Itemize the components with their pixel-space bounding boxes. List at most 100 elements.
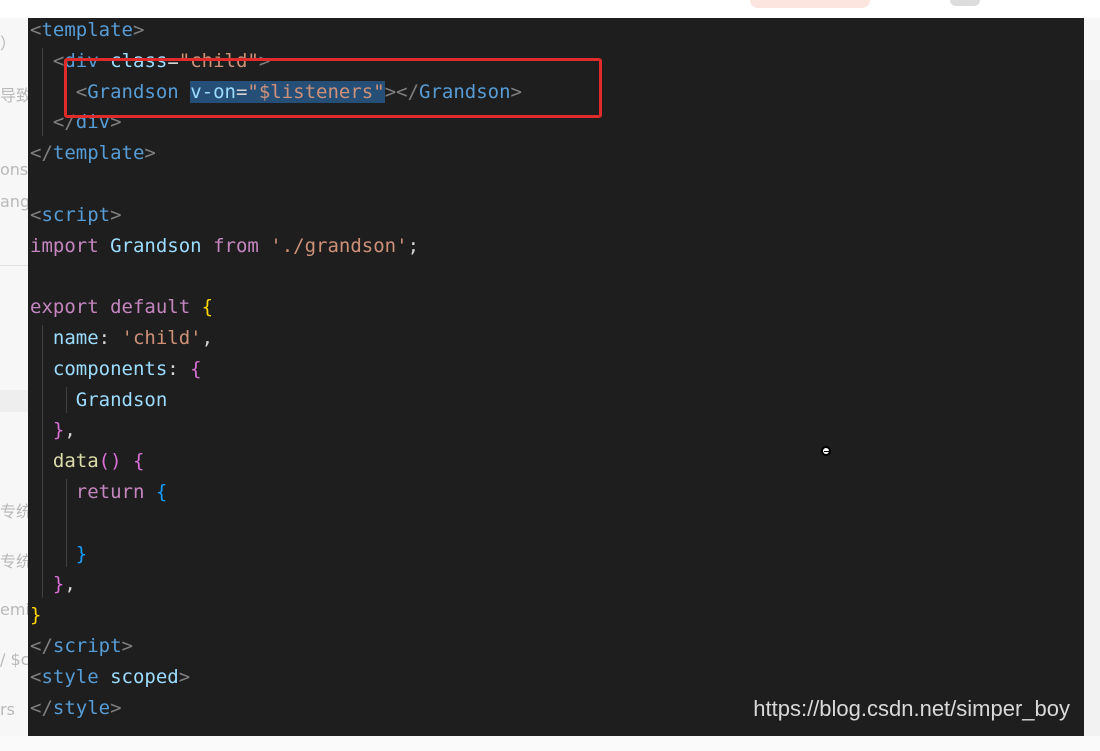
page-bottom-strip xyxy=(0,736,1100,751)
code-token: } xyxy=(52,419,65,442)
code-token: template xyxy=(41,19,133,41)
code-token: components xyxy=(52,357,168,380)
code-token: return xyxy=(75,481,145,503)
header-decoration xyxy=(950,0,980,6)
code-line: data() { xyxy=(30,446,145,476)
code-line: </script> xyxy=(30,631,133,661)
code-editor[interactable]: <template> <div class="child"> <Grandson… xyxy=(28,18,1084,736)
code-token: { xyxy=(201,296,214,319)
code-token: > xyxy=(178,665,191,688)
code-token: > xyxy=(121,635,133,657)
code-token: './grandson' xyxy=(270,234,408,257)
code-token: style xyxy=(52,696,111,719)
code-token: style xyxy=(41,665,99,688)
code-token: script xyxy=(41,203,111,226)
code-token: scoped xyxy=(110,665,179,688)
sidebar-fragment-text: emi xyxy=(0,600,30,619)
code-token: } xyxy=(30,604,42,627)
code-token: { xyxy=(155,481,168,503)
code-line: <script> xyxy=(30,200,122,230)
sidebar-fragment-text: ons xyxy=(0,160,29,179)
code-token: { xyxy=(133,450,145,473)
code-line: name: 'child', xyxy=(30,323,213,353)
code-token: < xyxy=(30,19,42,41)
code-token: < xyxy=(30,665,42,688)
code-token: : xyxy=(98,327,122,349)
code-token: ; xyxy=(407,234,420,257)
code-line: } xyxy=(30,600,41,630)
code-token: > xyxy=(110,696,122,719)
code-token: : xyxy=(167,357,191,380)
sidebar-fragment-text: rs xyxy=(0,700,15,719)
sidebar-fragment-text: ang xyxy=(0,192,30,211)
code-token: () xyxy=(98,450,122,473)
code-token: , xyxy=(64,419,76,442)
code-token: </ xyxy=(30,142,53,165)
code-token: < xyxy=(52,49,65,72)
code-line: components: { xyxy=(30,354,202,384)
code-token: } xyxy=(75,542,88,565)
code-token: , xyxy=(64,573,76,596)
code-token: , xyxy=(201,327,214,349)
code-token: data xyxy=(52,450,99,473)
code-token: name xyxy=(52,327,99,349)
code-line: <style scoped> xyxy=(30,662,190,692)
code-token: Grandson xyxy=(75,388,168,411)
code-token: default xyxy=(110,296,191,319)
sidebar-divider xyxy=(0,390,30,412)
code-token: </ xyxy=(30,696,53,719)
code-token: > xyxy=(110,203,122,226)
code-line: }, xyxy=(30,569,76,599)
header-decoration xyxy=(750,0,870,8)
code-line: import Grandson from './grandson'; xyxy=(30,231,419,261)
code-token: > xyxy=(132,19,145,41)
code-token: < xyxy=(30,203,42,226)
code-line: export default { xyxy=(30,292,213,322)
code-token: 'child' xyxy=(121,327,202,349)
code-token: script xyxy=(52,635,122,657)
code-line: return { xyxy=(30,477,168,507)
code-line: } xyxy=(30,539,87,569)
code-token: Grandson xyxy=(110,234,202,257)
code-line: <template> xyxy=(30,18,144,45)
sidebar-fragment-text: / $c xyxy=(0,650,30,669)
code-token: </ xyxy=(30,635,53,657)
code-token: from xyxy=(213,234,259,257)
sidebar-divider xyxy=(0,265,30,266)
code-token: export xyxy=(30,296,99,319)
mouse-cursor-icon xyxy=(821,446,831,456)
sidebar-fragment-text: 导致 xyxy=(0,86,30,105)
sidebar-fragment-text: 专统 xyxy=(0,502,30,521)
highlight-annotation-box xyxy=(64,58,602,118)
page-right-gutter xyxy=(1084,80,1100,751)
code-token: { xyxy=(190,357,202,380)
code-token: template xyxy=(52,142,145,165)
code-line: Grandson xyxy=(30,385,168,415)
watermark: https://blog.csdn.net/simper_boy xyxy=(753,696,1070,721)
code-line: </template> xyxy=(30,138,156,168)
code-token: > xyxy=(144,142,156,165)
code-line: }, xyxy=(30,415,76,445)
code-token: import xyxy=(30,234,99,257)
code-line: </style> xyxy=(30,693,122,723)
blog-header-strip xyxy=(0,0,1100,18)
sidebar-fragment-text: ） xyxy=(0,34,17,53)
code-token: } xyxy=(52,573,65,596)
